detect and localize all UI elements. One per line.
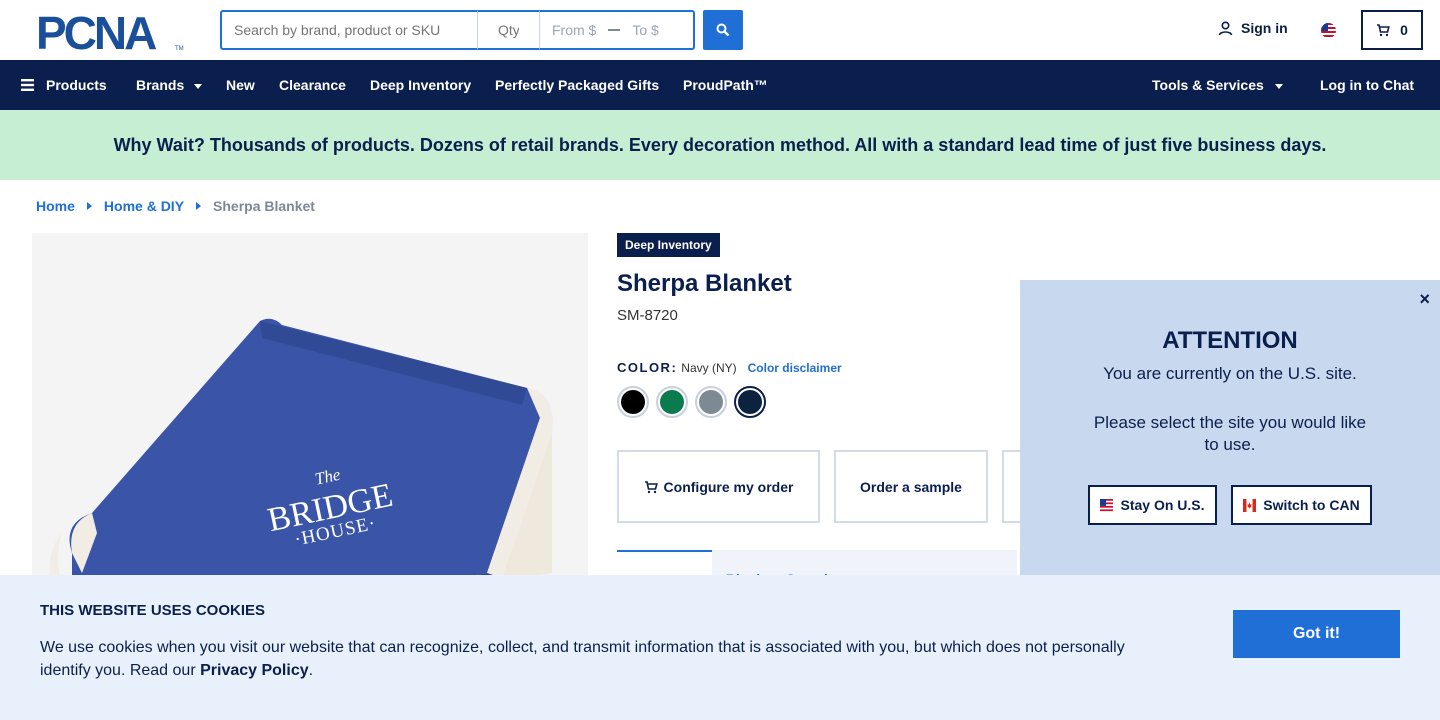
breadcrumb-home[interactable]: Home [36, 198, 75, 214]
swatch-gray[interactable] [695, 386, 727, 418]
cookie-accept-button[interactable]: Got it! [1233, 610, 1400, 658]
color-row: COLOR: Navy (NY) Color disclaimer [617, 360, 842, 375]
stay-us-label: Stay On U.S. [1120, 497, 1205, 513]
switch-can-button[interactable]: Switch to CAN [1231, 485, 1372, 525]
cart-icon [644, 480, 658, 493]
promo-text: Why Wait? Thousands of products. Dozens … [113, 134, 1327, 155]
search-bar: From $ To $ [220, 10, 743, 50]
order-sample-button[interactable]: Order a sample [834, 450, 988, 523]
modal-line-2: Please select the site you would like to… [1093, 413, 1367, 454]
chevron-down-icon [1274, 83, 1283, 89]
canada-flag-icon [1243, 498, 1257, 512]
stay-us-button[interactable]: Stay On U.S. [1088, 485, 1217, 525]
sign-in-link[interactable]: Sign in [1218, 20, 1288, 36]
color-value: Navy (NY) [681, 360, 737, 375]
product-title: Sherpa Blanket [617, 270, 792, 297]
close-icon[interactable]: × [1419, 289, 1430, 310]
site-select-modal: × ATTENTION You are currently on the U.S… [1020, 280, 1440, 576]
color-disclaimer-link[interactable]: Color disclaimer [748, 361, 842, 375]
search-button[interactable] [703, 10, 743, 50]
nav-brands[interactable]: Brands [136, 60, 203, 110]
swatch-black[interactable] [617, 386, 649, 418]
search-icon [716, 23, 730, 37]
menu-icon [21, 79, 34, 91]
svg-text:TM: TM [175, 46, 184, 52]
cookie-title: THIS WEBSITE USES COOKIES [40, 602, 266, 619]
nav-gifts[interactable]: Perfectly Packaged Gifts [495, 60, 659, 110]
promo-banner: Why Wait? Thousands of products. Dozens … [0, 110, 1440, 180]
price-to-field[interactable]: To $ [632, 22, 658, 38]
nav-clearance[interactable]: Clearance [279, 60, 346, 110]
svg-text:PCNA: PCNA [36, 12, 156, 52]
chevron-down-icon [194, 83, 203, 89]
qty-input[interactable] [478, 10, 540, 50]
cookie-end: . [308, 662, 314, 679]
chevron-right-icon [86, 202, 92, 210]
product-sku: SM-8720 [617, 307, 678, 324]
modal-line-1: You are currently on the U.S. site. [1103, 364, 1357, 383]
color-label: COLOR: [617, 360, 678, 375]
cookie-text: We use cookies when you visit our websit… [40, 636, 1150, 682]
pcna-logo[interactable]: PCNA TM [36, 12, 184, 52]
us-flag-icon[interactable] [1321, 23, 1336, 38]
breadcrumb: Home Home & DIY Sherpa Blanket [36, 198, 315, 214]
cart-count: 0 [1400, 22, 1408, 38]
range-dash [608, 29, 621, 31]
deep-inventory-badge: Deep Inventory [617, 233, 720, 257]
user-icon [1218, 20, 1233, 35]
price-from-field[interactable]: From $ [552, 22, 596, 38]
modal-message: You are currently on the U.S. site. Plea… [1090, 363, 1370, 456]
cart-icon [1377, 24, 1390, 37]
top-bar: PCNA TM From $ To $ Sign in 0 [0, 0, 1440, 60]
nav-deep-inventory[interactable]: Deep Inventory [370, 60, 471, 110]
price-range[interactable]: From $ To $ [540, 10, 695, 50]
nav-tools-label: Tools & Services [1152, 77, 1264, 93]
nav-chat[interactable]: Log in to Chat [1320, 60, 1414, 110]
configure-order-button[interactable]: Configure my order [617, 450, 820, 523]
configure-order-label: Configure my order [663, 478, 794, 495]
order-sample-label: Order a sample [860, 478, 962, 495]
breadcrumb-category[interactable]: Home & DIY [104, 198, 184, 214]
search-input[interactable] [220, 10, 478, 50]
sign-in-label: Sign in [1241, 20, 1288, 36]
breadcrumb-current: Sherpa Blanket [213, 198, 315, 214]
nav-products[interactable]: Products [21, 60, 107, 110]
main-nav: Products Brands New Clearance Deep Inven… [0, 60, 1440, 110]
nav-tools-services[interactable]: Tools & Services [1152, 60, 1283, 110]
swatch-navy[interactable] [734, 386, 766, 418]
cart-button[interactable]: 0 [1361, 10, 1423, 50]
modal-title: ATTENTION [1162, 327, 1298, 354]
nav-brands-label: Brands [136, 77, 185, 93]
nav-new[interactable]: New [226, 60, 255, 110]
cookie-banner: THIS WEBSITE USES COOKIES We use cookies… [0, 575, 1440, 720]
us-flag-icon [1100, 498, 1114, 512]
nav-proudpath[interactable]: ProudPath™ [683, 60, 768, 110]
switch-can-label: Switch to CAN [1263, 497, 1360, 513]
swatch-green[interactable] [656, 386, 688, 418]
privacy-policy-link[interactable]: Privacy Policy [200, 662, 309, 679]
chevron-right-icon [196, 202, 202, 210]
nav-products-label: Products [46, 77, 107, 93]
color-swatches [617, 386, 766, 418]
